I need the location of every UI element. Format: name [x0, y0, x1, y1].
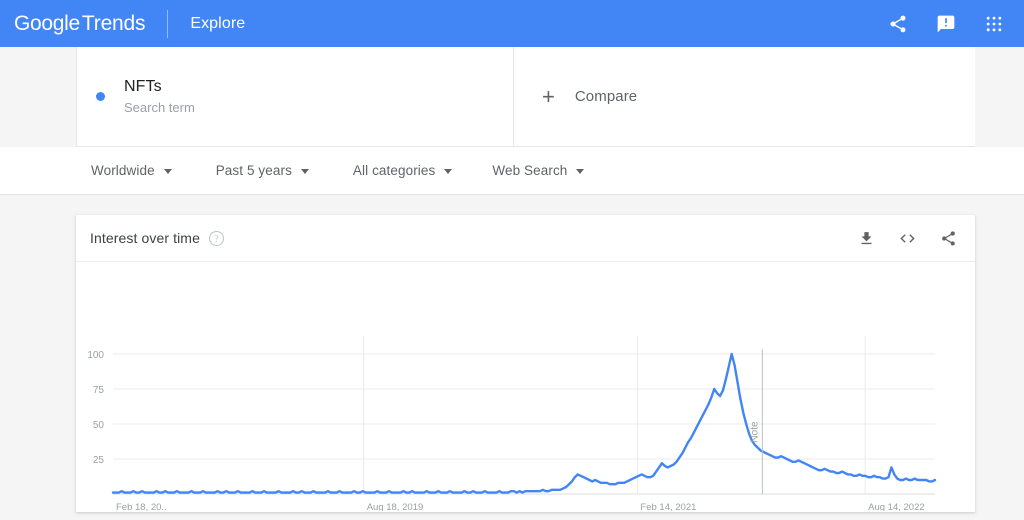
note-marker-label[interactable]: Note: [749, 421, 760, 443]
filter-category[interactable]: All categories: [352, 147, 453, 194]
filter-search-type-label: Web Search: [492, 163, 568, 178]
x-axis-tick-label: Feb 14, 2021: [640, 502, 696, 511]
app-bar: Google Trends Explore: [0, 0, 1024, 47]
filter-time-range-label: Past 5 years: [215, 163, 292, 178]
share-icon[interactable]: [886, 12, 910, 36]
filter-search-type[interactable]: Web Search: [492, 147, 585, 194]
query-row-gutter-right: [975, 47, 1024, 148]
chevron-down-icon: [576, 169, 585, 174]
y-axis-tick-label: 75: [93, 385, 105, 396]
x-axis-tick-label: Aug 18, 2019: [367, 502, 424, 511]
interest-over-time-chart[interactable]: 100 75 50 25 Feb 18, 20.. Aug 18, 2019 Feb 14,…: [76, 262, 975, 511]
share-icon[interactable]: [938, 228, 958, 248]
x-axis-tick-label: Feb 18, 20..: [116, 502, 167, 511]
search-term-card[interactable]: NFTs Search term: [76, 47, 514, 147]
filter-time-range[interactable]: Past 5 years: [216, 147, 309, 194]
search-term-label: NFTs: [124, 77, 162, 95]
interest-over-time-card: Interest over time ? 100 75 50 25 Feb 18, 20…: [76, 215, 975, 512]
help-icon[interactable]: ?: [208, 230, 224, 246]
plus-icon: +: [542, 83, 555, 109]
filter-bar: Worldwide Past 5 years All categories We…: [0, 147, 1024, 195]
filter-location[interactable]: Worldwide: [91, 147, 172, 194]
card-title: Interest over time: [90, 230, 200, 246]
filter-location-label: Worldwide: [91, 163, 155, 178]
chevron-down-icon: [444, 169, 453, 174]
y-axis-tick-label: 100: [87, 350, 104, 361]
download-icon[interactable]: [856, 228, 876, 248]
apps-grid-icon[interactable]: [982, 12, 1006, 36]
chart-plot-area[interactable]: 100 75 50 25 Feb 18, 20.. Aug 18, 2019 Feb 14,…: [76, 262, 975, 511]
explore-nav-link[interactable]: Explore: [190, 15, 245, 33]
feedback-icon[interactable]: [934, 12, 958, 36]
y-axis-tick-label: 25: [93, 455, 105, 466]
brand-google-text: Google: [14, 11, 80, 35]
header-divider: [167, 9, 169, 38]
compare-button[interactable]: + Compare: [514, 47, 975, 147]
query-row: NFTs Search term + Compare: [0, 47, 1024, 148]
series-line-nfts[interactable]: [111, 352, 937, 494]
app-bar-actions: [886, 12, 1006, 36]
chevron-down-icon: [163, 169, 172, 174]
filter-category-label: All categories: [352, 163, 436, 178]
brand-logo[interactable]: Google Trends: [14, 11, 146, 36]
y-axis-tick-label: 50: [93, 420, 105, 431]
query-row-gutter-left: [0, 47, 76, 148]
chevron-down-icon: [300, 169, 309, 174]
search-term-type: Search term: [124, 99, 195, 115]
card-actions: [856, 228, 958, 248]
embed-icon[interactable]: [897, 228, 917, 248]
compare-label: Compare: [574, 88, 638, 105]
x-axis-tick-label: Aug 14, 2022: [868, 502, 925, 511]
series-color-dot: [96, 92, 105, 101]
search-term-texts: NFTs Search term: [124, 77, 195, 117]
brand-trends-text: Trends: [81, 11, 146, 35]
card-header: Interest over time ?: [76, 215, 975, 262]
